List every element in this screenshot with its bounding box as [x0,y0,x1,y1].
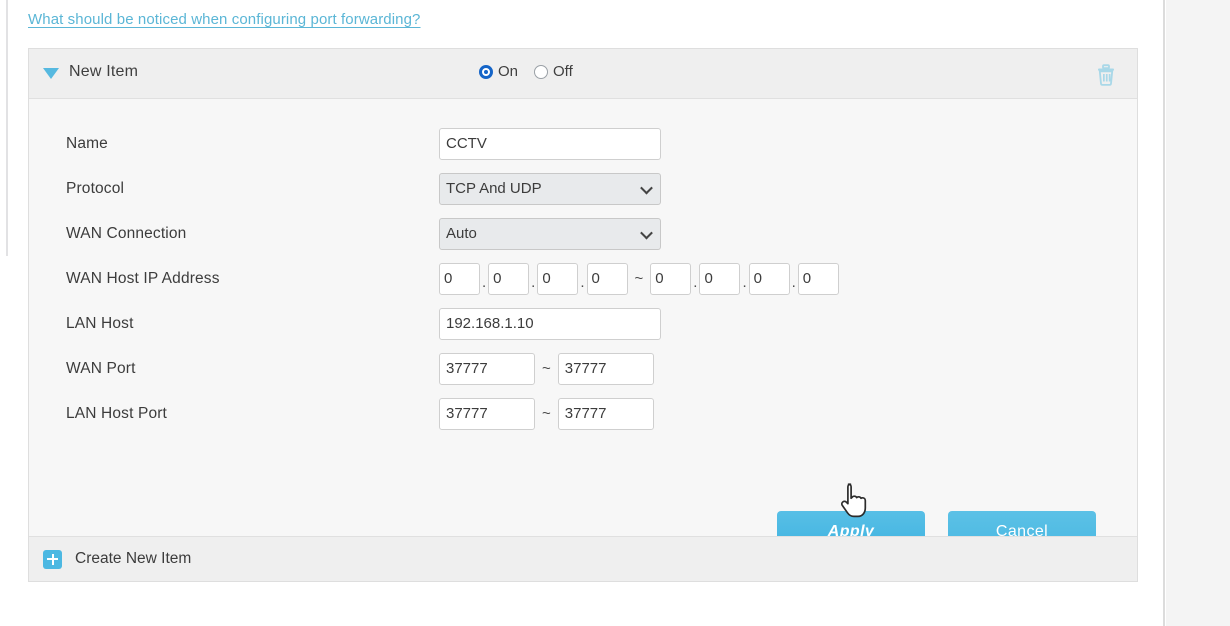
form-row-lan-host-port: LAN Host Port ~ [29,391,1137,436]
triangle-down-icon[interactable] [43,68,59,79]
radio-off-label: Off [553,63,573,80]
ip-dot-separator: . [531,273,536,291]
field-zone-wan-port: ~ [439,352,654,385]
left-edge-rule [6,0,8,256]
label-wan-host-ip: WAN Host IP Address [66,269,220,287]
radio-off-icon[interactable] [534,64,549,79]
port-forwarding-panel: New Item On Off Name CCTV Protocol TCP A… [28,48,1138,582]
create-new-item-row[interactable]: Create New Item [29,536,1137,581]
radio-option-on[interactable]: On [479,63,518,80]
right-gutter [1166,0,1230,626]
wan-connection-select[interactable]: Auto [439,217,661,250]
radio-on-icon[interactable] [479,64,493,79]
wan-port-start-input[interactable] [439,352,535,385]
item-header: New Item On Off [29,49,1137,99]
label-lan-host-port: LAN Host Port [66,404,168,422]
field-zone-wan-host-ip: . . . ~ . . . [439,262,839,295]
label-name: Name [66,134,108,152]
right-gutter-divider [1163,0,1165,626]
wan-host-ip-start-octet-3[interactable] [537,262,579,295]
wan-host-ip-start-octet-4[interactable] [586,262,628,295]
range-separator: ~ [542,405,551,422]
lan-host-port-start-input[interactable] [439,397,535,430]
form-row-protocol: Protocol TCP And UDP [29,166,1137,211]
form-body: Name Protocol TCP And UDP WAN Connection [29,99,1137,553]
protocol-select[interactable]: TCP And UDP [439,172,661,205]
lan-host-port-end-input[interactable] [557,397,654,430]
field-zone-wan-connection: Auto [439,217,661,250]
plus-icon[interactable] [43,549,62,569]
label-wan-port: WAN Port [66,359,136,377]
protocol-select-value: TCP And UDP [446,180,542,197]
help-link[interactable]: What should be noticed when configuring … [28,10,421,30]
form-row-name: Name [29,121,1137,166]
radio-on-label: On [498,63,519,80]
lan-host-input[interactable] [439,307,661,340]
label-lan-host: LAN Host [66,314,134,332]
chevron-down-icon [640,181,653,194]
label-protocol: Protocol [66,179,125,197]
wan-host-ip-start-octet-2[interactable] [488,262,530,295]
name-input[interactable] [439,127,661,160]
field-zone-lan-host [439,307,661,340]
wan-connection-select-value: Auto [446,225,477,242]
wan-host-ip-end-octet-4[interactable] [797,262,839,295]
wan-host-ip-start-octet-1[interactable] [439,262,480,295]
chevron-down-icon [640,226,653,239]
ip-dot-separator: . [742,273,747,291]
form-row-wan-connection: WAN Connection Auto [29,211,1137,256]
form-row-wan-port: WAN Port ~ [29,346,1137,391]
wan-host-ip-end-octet-2[interactable] [699,262,741,295]
trash-icon[interactable] [1093,61,1119,89]
range-separator: ~ [634,270,644,287]
radio-option-off[interactable]: Off [534,63,573,80]
wan-port-end-input[interactable] [557,352,654,385]
wan-host-ip-end-octet-1[interactable] [650,262,692,295]
create-new-item-label: Create New Item [75,550,192,567]
page-root: What should be noticed when configuring … [0,0,1230,626]
field-zone-lan-host-port: ~ [439,397,654,430]
form-row-lan-host: LAN Host [29,301,1137,346]
ip-dot-separator: . [482,273,487,291]
form-row-wan-host-ip: WAN Host IP Address . . . ~ . . . [29,256,1137,301]
wan-host-ip-end-octet-3[interactable] [748,262,790,295]
range-separator: ~ [542,360,551,377]
label-wan-connection: WAN Connection [66,224,187,242]
item-title: New Item [69,63,139,80]
enable-toggle-group: On Off [479,63,573,80]
ip-dot-separator: . [791,273,796,291]
field-zone-protocol: TCP And UDP [439,172,661,205]
field-zone-name [439,127,661,160]
ip-dot-separator: . [693,273,698,291]
ip-dot-separator: . [580,273,585,291]
